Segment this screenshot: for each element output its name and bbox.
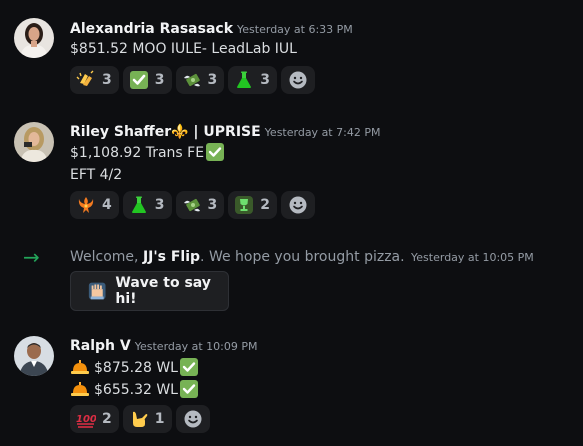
welcome-prefix: Welcome,: [70, 249, 143, 265]
wave-to-say-hi-button[interactable]: Wave to say hi!: [70, 271, 229, 311]
reaction-count: 3: [154, 72, 165, 88]
check-mark-emoji-icon: [206, 143, 225, 161]
clapping-hands-icon: [76, 70, 94, 86]
avatar[interactable]: [14, 336, 54, 376]
reaction-money-with-wings[interactable]: 3: [175, 191, 225, 219]
reaction-count: 1: [154, 411, 165, 427]
bellhop-bell-icon: [71, 360, 89, 374]
author-name[interactable]: Riley Shaffer⚜️ | UPRISE: [70, 124, 261, 140]
call-me-hand-icon: [132, 411, 148, 427]
reaction-bar: 4 3 3 2: [70, 191, 315, 219]
bellhop-bell-icon: [71, 382, 89, 396]
timestamp: Yesterday at 7:42 PM: [264, 126, 381, 139]
message-text: $1,108.92 Trans FE: [70, 143, 225, 163]
smiley-icon: [289, 196, 307, 214]
check-mark-emoji-icon: [180, 380, 198, 398]
reaction-orange-phoenix[interactable]: 4: [70, 191, 119, 219]
join-arrow-icon: →: [23, 245, 40, 269]
welcome-suffix: . We hope you brought pizza.: [200, 249, 405, 265]
smiley-icon: [184, 410, 201, 428]
message-line-text: $655.32 WL: [94, 382, 178, 398]
avatar[interactable]: [14, 122, 54, 162]
waving-hand-icon: [88, 282, 106, 300]
message-text: $655.32 WL: [70, 379, 198, 400]
add-reaction-button[interactable]: [175, 405, 210, 433]
reaction-hundred-points[interactable]: 100 2: [70, 405, 119, 433]
reaction-count: 2: [260, 197, 270, 213]
reaction-green-trophy[interactable]: 2: [228, 191, 277, 219]
smiley-icon: [289, 71, 307, 89]
reaction-check-mark[interactable]: 3: [122, 66, 172, 94]
timestamp: Yesterday at 10:09 PM: [134, 340, 258, 353]
message-text: $875.28 WL: [70, 357, 198, 378]
reaction-green-flask[interactable]: 3: [228, 66, 277, 94]
joined-user-name[interactable]: JJ's Flip: [143, 249, 200, 265]
hundred-points-icon: 100: [76, 414, 96, 428]
reaction-count: 3: [207, 197, 218, 213]
green-trophy-icon: [235, 196, 254, 214]
timestamp: Yesterday at 10:05 PM: [411, 251, 534, 264]
orange-phoenix-icon: [78, 197, 94, 213]
message-text: $851.52 MOO IULE- LeadLab IUL: [70, 41, 297, 57]
add-reaction-button[interactable]: [281, 66, 315, 94]
reaction-count: 3: [102, 72, 112, 88]
add-reaction-button[interactable]: [281, 191, 315, 219]
money-with-wings-icon: [183, 73, 200, 87]
reaction-count: 2: [102, 411, 112, 427]
money-with-wings-icon: [183, 198, 200, 212]
timestamp: Yesterday at 6:33 PM: [237, 23, 353, 36]
message-text: EFT 4/2: [70, 167, 123, 183]
wave-button-label: Wave to say hi!: [115, 275, 211, 307]
message-line-text: $875.28 WL: [94, 360, 178, 376]
green-flask-icon: [237, 71, 252, 88]
check-mark-button-icon: [129, 71, 148, 89]
author-name[interactable]: Ralph V: [70, 338, 131, 354]
reaction-bar: 3 3 3 3: [70, 66, 315, 94]
check-mark-emoji-icon: [180, 358, 198, 376]
message-line-text: $1,108.92 Trans FE: [70, 145, 205, 161]
reaction-green-flask[interactable]: 3: [122, 191, 172, 219]
reaction-clapping-hands[interactable]: 3: [70, 66, 119, 94]
reaction-money-with-wings[interactable]: 3: [175, 66, 225, 94]
reaction-count: 3: [207, 72, 218, 88]
welcome-text: Welcome, JJ's Flip. We hope you brought …: [70, 247, 534, 268]
reaction-call-me-hand[interactable]: 1: [122, 405, 172, 433]
avatar[interactable]: [14, 18, 54, 58]
green-flask-icon: [131, 196, 146, 213]
reaction-count: 3: [154, 197, 165, 213]
reaction-bar: 100 2 1: [70, 405, 210, 433]
reaction-count: 4: [102, 197, 112, 213]
reaction-count: 3: [260, 72, 270, 88]
author-name[interactable]: Alexandria Rasasack: [70, 21, 233, 37]
